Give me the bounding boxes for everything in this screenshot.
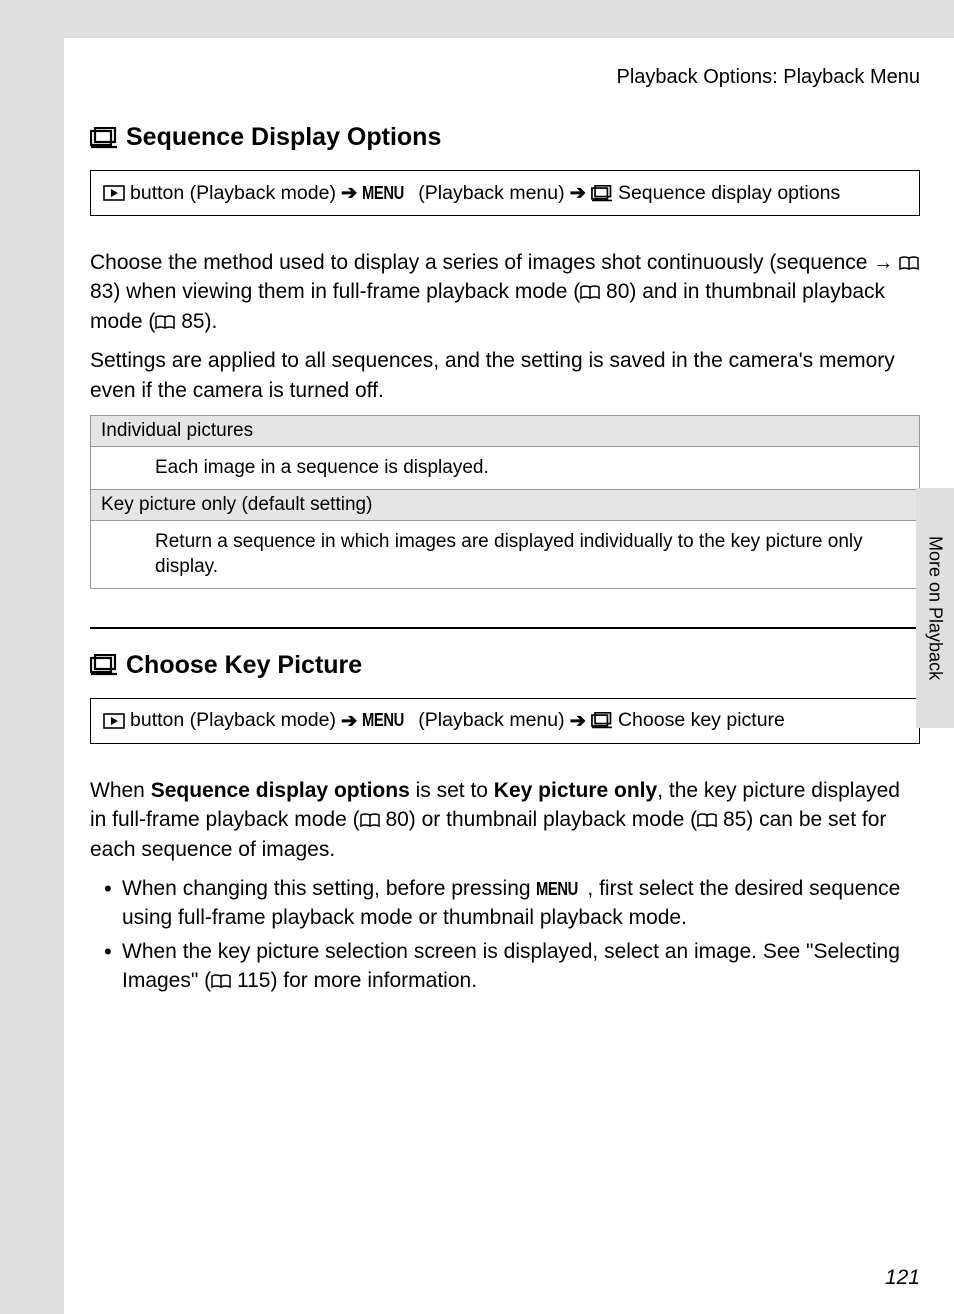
crumb-part: button (Playback mode) xyxy=(130,709,336,732)
list-item: When the key picture selection screen is… xyxy=(104,937,920,996)
menu-label: MENU xyxy=(536,877,578,902)
options-table: Individual pictures Each image in a sequ… xyxy=(90,415,920,589)
text-run: 85). xyxy=(175,310,217,333)
option-row-body: Each image in a sequence is displayed. xyxy=(91,446,920,489)
section-title-text: Sequence Display Options xyxy=(126,123,441,152)
section-title-sequence-display: Sequence Display Options xyxy=(90,123,920,152)
section-title-text: Choose Key Picture xyxy=(126,651,362,680)
arrow-icon: ➔ xyxy=(341,181,357,205)
playback-icon xyxy=(103,185,125,201)
sequence-icon xyxy=(591,712,613,729)
breadcrumb-sequence-display: button (Playback mode) ➔ MENU (Playback … xyxy=(90,170,920,216)
text-run: 115) for more information. xyxy=(231,969,477,992)
text-run: When changing this setting, before press… xyxy=(122,877,536,900)
page-ref-icon xyxy=(580,285,600,300)
option-row-header: Key picture only (default setting) xyxy=(91,489,920,520)
option-row-body: Return a sequence in which images are di… xyxy=(91,520,920,588)
option-row-header: Individual pictures xyxy=(91,415,920,446)
text-run-bold: Sequence display options xyxy=(151,779,410,802)
page-ref-icon xyxy=(899,256,919,271)
option-title: Key picture only (default setting) xyxy=(91,489,920,520)
sequence-icon xyxy=(90,654,118,676)
side-tab-label: More on Playback xyxy=(925,536,946,680)
section-divider xyxy=(90,627,920,629)
crumb-part: (Playback menu) xyxy=(418,182,564,205)
option-title: Individual pictures xyxy=(91,415,920,446)
body-paragraph: Choose the method used to display a seri… xyxy=(90,248,920,336)
crumb-part: Sequence display options xyxy=(618,182,840,205)
manual-page: Playback Options: Playback Menu Sequence… xyxy=(64,38,954,1314)
list-item: When changing this setting, before press… xyxy=(104,874,920,933)
body-paragraph: Settings are applied to all sequences, a… xyxy=(90,346,920,405)
page-ref-icon xyxy=(155,315,175,330)
menu-label: MENU xyxy=(362,183,404,204)
arrow-icon: ➔ xyxy=(570,181,586,205)
side-tab: More on Playback xyxy=(916,488,954,728)
page-ref-icon xyxy=(360,813,380,828)
option-description: Each image in a sequence is displayed. xyxy=(91,446,920,489)
page-ref-icon xyxy=(211,974,231,989)
text-run: When xyxy=(90,779,151,802)
page-ref-icon xyxy=(697,813,717,828)
arrow-icon: → xyxy=(873,252,893,274)
body-paragraph: When Sequence display options is set to … xyxy=(90,776,920,864)
text-run-bold: Key picture only xyxy=(494,779,657,802)
breadcrumb-choose-key-picture: button (Playback mode) ➔ MENU (Playback … xyxy=(90,698,920,744)
playback-icon xyxy=(103,713,125,729)
crumb-part: (Playback menu) xyxy=(418,709,564,732)
option-description: Return a sequence in which images are di… xyxy=(91,520,920,588)
text-run: is set to xyxy=(410,779,494,802)
text-run: 80) or thumbnail playback mode ( xyxy=(380,808,698,831)
sequence-icon xyxy=(90,127,118,149)
arrow-icon: ➔ xyxy=(341,709,357,733)
chapter-header: Playback Options: Playback Menu xyxy=(90,66,920,89)
section-title-choose-key-picture: Choose Key Picture xyxy=(90,651,920,680)
text-run: Choose the method used to display a seri… xyxy=(90,251,873,274)
crumb-part: button (Playback mode) xyxy=(130,182,336,205)
bullet-list: When changing this setting, before press… xyxy=(90,874,920,996)
text-run: 83) when viewing them in full-frame play… xyxy=(90,280,580,303)
menu-label: MENU xyxy=(362,710,404,731)
sequence-icon xyxy=(591,185,613,202)
page-number: 121 xyxy=(885,1266,920,1290)
arrow-icon: ➔ xyxy=(570,709,586,733)
crumb-part: Choose key picture xyxy=(618,709,785,732)
